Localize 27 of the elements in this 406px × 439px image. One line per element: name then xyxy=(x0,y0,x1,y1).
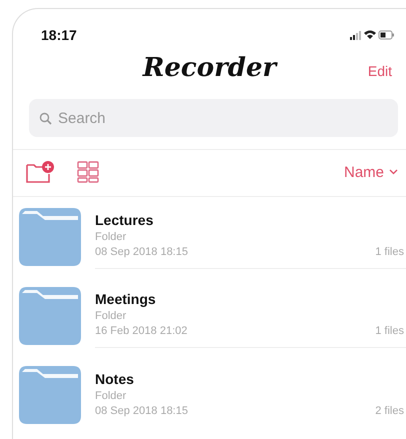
folder-date: 08 Sep 2018 18:15 xyxy=(95,404,188,416)
folder-date: 08 Sep 2018 18:15 xyxy=(95,246,188,258)
sort-button[interactable]: Name xyxy=(344,164,398,180)
folder-icon xyxy=(19,286,81,344)
folder-name: Meetings xyxy=(95,291,157,307)
folder-row[interactable]: Meetings Folder 16 Feb 2018 21:02 1 files xyxy=(19,276,406,355)
folder-row[interactable]: Notes Folder 08 Sep 2018 18:15 2 files xyxy=(19,355,406,434)
folder-icon xyxy=(19,366,81,424)
new-folder-icon[interactable] xyxy=(25,160,55,184)
folder-name: Lectures xyxy=(95,212,154,228)
folder-date: 16 Feb 2018 21:02 xyxy=(95,325,188,337)
status-time: 18:17 xyxy=(41,27,77,43)
status-icons xyxy=(350,29,394,41)
file-count: 1 files xyxy=(375,325,404,337)
app-title: Recorder xyxy=(142,53,276,83)
folder-row[interactable]: Lectures Folder 08 Sep 2018 18:15 1 files xyxy=(19,197,406,276)
folder-type: Folder xyxy=(95,231,128,243)
grid-view-icon[interactable] xyxy=(77,161,99,183)
folder-name: Notes xyxy=(95,370,135,386)
chevron-icon xyxy=(389,169,398,175)
folder-icon xyxy=(19,208,81,266)
file-count: 1 files xyxy=(375,246,404,258)
folder-type: Folder xyxy=(95,310,128,322)
edit-button[interactable]: Edit xyxy=(368,63,392,79)
folder-type: Folder xyxy=(95,390,128,402)
search-field[interactable]: Search xyxy=(29,99,398,137)
file-count: 2 files xyxy=(375,404,404,416)
